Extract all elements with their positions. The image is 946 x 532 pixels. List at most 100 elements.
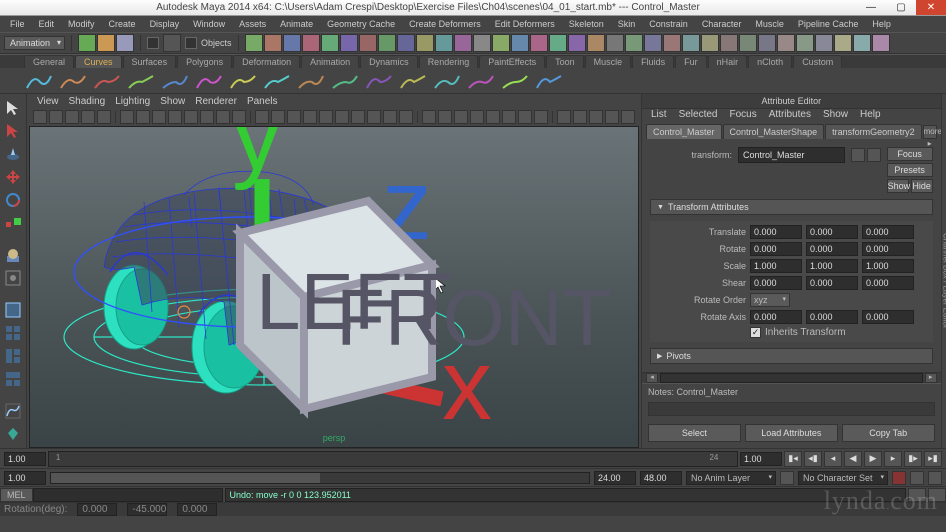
viewport-toolbar-icon-18[interactable] (335, 110, 349, 124)
menu-animate[interactable]: Animate (274, 18, 319, 30)
status-icon-3[interactable] (302, 34, 320, 52)
focus-button[interactable]: Focus (887, 147, 933, 161)
rotate-axis-z-field[interactable]: 0.000 (862, 310, 914, 324)
soft-mod-tool-icon[interactable] (2, 245, 24, 265)
curve-shelf-icon-7[interactable] (262, 70, 292, 92)
menu-file[interactable]: File (4, 18, 31, 30)
curve-shelf-icon-6[interactable] (228, 70, 258, 92)
command-input[interactable] (33, 488, 223, 502)
viewport-toolbar-icon-29[interactable] (518, 110, 532, 124)
outliner-panel-icon[interactable] (2, 401, 24, 421)
menu-create-deformers[interactable]: Create Deformers (403, 18, 487, 30)
layout-3b-icon[interactable] (2, 369, 24, 389)
shear-x-field[interactable]: 0.000 (750, 276, 802, 290)
status-icon-20[interactable] (625, 34, 643, 52)
presets-button[interactable]: Presets (887, 163, 933, 177)
shelf-tab-dynamics[interactable]: Dynamics (360, 55, 418, 68)
attr-menu-attributes[interactable]: Attributes (764, 109, 816, 120)
select-tool-icon[interactable] (2, 98, 24, 118)
status-icon-14[interactable] (511, 34, 529, 52)
curve-shelf-icon-10[interactable] (364, 70, 394, 92)
transform-attrs-section[interactable]: Transform Attributes (650, 199, 933, 215)
viewport-toolbar-icon-16[interactable] (303, 110, 317, 124)
curve-shelf-icon-3[interactable] (126, 70, 156, 92)
status-icon-32[interactable] (853, 34, 871, 52)
status-icon-24[interactable] (701, 34, 719, 52)
viewport-toolbar-icon-9[interactable] (184, 110, 198, 124)
menu-pipeline-cache[interactable]: Pipeline Cache (792, 18, 865, 30)
input-conn-icon[interactable] (851, 148, 865, 162)
play-forward-button[interactable]: ▶ (864, 451, 882, 467)
shelf-tab-rendering[interactable]: Rendering (419, 55, 479, 68)
rotate-x-field[interactable]: 0.000 (750, 242, 802, 256)
viewport-toolbar-icon-10[interactable] (200, 110, 214, 124)
menu-edit[interactable]: Edit (33, 18, 61, 30)
layout-single-icon[interactable] (2, 300, 24, 320)
status-icon-26[interactable] (739, 34, 757, 52)
script-editor-icon[interactable] (908, 488, 926, 502)
shelf-tab-fluids[interactable]: Fluids (632, 55, 674, 68)
go-to-start-button[interactable]: ▮◂ (784, 451, 802, 467)
anim-start-field[interactable]: 1.00 (4, 471, 46, 485)
scale-y-field[interactable]: 1.000 (806, 259, 858, 273)
anim-layer-icon[interactable] (780, 471, 794, 485)
play-back-button[interactable]: ◀ (844, 451, 862, 467)
scale-tool-icon[interactable] (2, 214, 24, 234)
viewport-toolbar-icon-15[interactable] (287, 110, 301, 124)
viewport-menu-renderer[interactable]: Renderer (195, 96, 237, 107)
status-icon-16[interactable] (549, 34, 567, 52)
select-button[interactable]: Select (648, 424, 741, 442)
shelf-tab-custom[interactable]: Custom (793, 55, 842, 68)
viewport-toolbar-icon-21[interactable] (383, 110, 397, 124)
shelf-tab-animation[interactable]: Animation (301, 55, 359, 68)
sel-mask-check2[interactable] (185, 37, 197, 49)
translate-y-field[interactable]: 0.000 (806, 225, 858, 239)
viewport-menu-shading[interactable]: Shading (69, 96, 106, 107)
viewport-toolbar-icon-32[interactable] (573, 110, 587, 124)
curve-shelf-icon-12[interactable] (432, 70, 462, 92)
menu-display[interactable]: Display (144, 18, 186, 30)
rotate-axis-y-field[interactable]: 0.000 (806, 310, 858, 324)
playback-prefs-icon[interactable] (928, 471, 942, 485)
curve-shelf-icon-4[interactable] (160, 70, 190, 92)
rotate-z-field[interactable]: 0.000 (862, 242, 914, 256)
move-tool-icon[interactable] (2, 167, 24, 187)
viewport-toolbar-icon-19[interactable] (351, 110, 365, 124)
status-icon-30[interactable] (815, 34, 833, 52)
viewport-menu-show[interactable]: Show (160, 96, 185, 107)
shelf-tab-general[interactable]: General (24, 55, 74, 68)
viewport-toolbar-icon-26[interactable] (470, 110, 484, 124)
persp-graph-icon[interactable] (2, 424, 24, 444)
status-icon-7[interactable] (378, 34, 396, 52)
curve-shelf-icon-2[interactable] (92, 70, 122, 92)
close-button[interactable]: ✕ (916, 0, 946, 15)
curve-shelf-icon-14[interactable] (500, 70, 530, 92)
status-icon-21[interactable] (644, 34, 662, 52)
viewport-toolbar-icon-6[interactable] (136, 110, 150, 124)
viewport-menu-panels[interactable]: Panels (247, 96, 278, 107)
status-icon-28[interactable] (777, 34, 795, 52)
shelf-tab-muscle[interactable]: Muscle (585, 55, 632, 68)
curve-shelf-icon-8[interactable] (296, 70, 326, 92)
shelf-tab-surfaces[interactable]: Surfaces (123, 55, 177, 68)
status-icon-6[interactable] (359, 34, 377, 52)
step-back-key-button[interactable]: ◂▮ (804, 451, 822, 467)
set-key-button[interactable] (910, 471, 924, 485)
viewport-toolbar-icon-25[interactable] (454, 110, 468, 124)
shear-z-field[interactable]: 0.000 (862, 276, 914, 290)
load-attributes-button[interactable]: Load Attributes (745, 424, 838, 442)
attr-menu-list[interactable]: List (646, 109, 672, 120)
menu-help[interactable]: Help (866, 18, 897, 30)
scale-x-field[interactable]: 1.000 (750, 259, 802, 273)
status-icon-22[interactable] (663, 34, 681, 52)
attr-menu-show[interactable]: Show (818, 109, 853, 120)
hide-button[interactable]: Hide (911, 179, 933, 193)
status-icon-19[interactable] (606, 34, 624, 52)
attr-tab-control_mastershape[interactable]: Control_MasterShape (723, 124, 825, 139)
curve-shelf-icon-9[interactable] (330, 70, 360, 92)
translate-z-field[interactable]: 0.000 (862, 225, 914, 239)
shelf-tab-toon[interactable]: Toon (546, 55, 584, 68)
status-icon-13[interactable] (492, 34, 510, 52)
anim-end-field[interactable]: 48.00 (640, 471, 682, 485)
curve-shelf-icon-15[interactable] (534, 70, 564, 92)
